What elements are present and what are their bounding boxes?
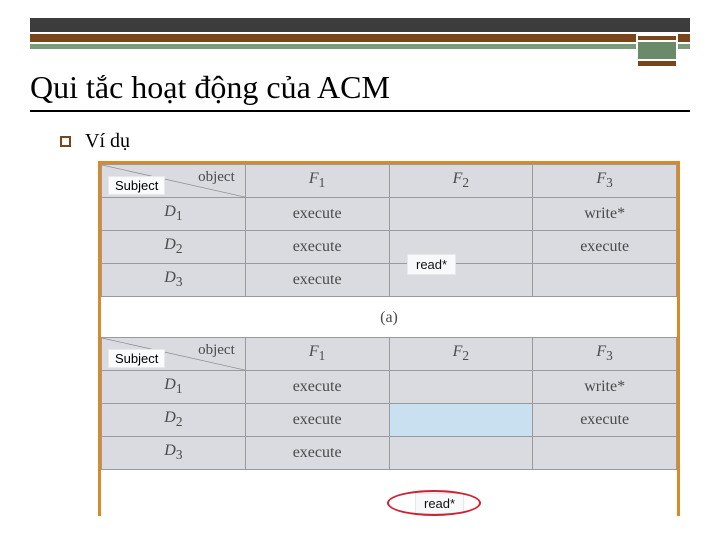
table-row: D3 execute	[102, 264, 677, 297]
subj-label-b: Subject	[108, 349, 165, 368]
diag-cell-b: object Subject	[102, 338, 246, 371]
obj-label: object	[198, 169, 235, 186]
title-rule	[30, 110, 690, 112]
table-row: D2 execute execute	[102, 404, 677, 437]
diag-cell-a: object Subject	[102, 165, 246, 198]
overlay-read-a: read*	[407, 254, 456, 275]
acm-table-b: object Subject F1 F2 F3 D1 execute write…	[101, 337, 677, 470]
decor-bars	[0, 18, 720, 49]
table-row: D1 execute write*	[102, 371, 677, 404]
table-row: D2 execute execute	[102, 231, 677, 264]
table-row: D3 execute	[102, 437, 677, 470]
circle-annotation	[387, 490, 481, 516]
acm-table-a: object Subject F1 F2 F3 D1 execute write…	[101, 164, 677, 297]
col-f3: F3	[533, 165, 677, 198]
subj-label: Subject	[108, 176, 165, 195]
col-b-f1: F1	[245, 338, 389, 371]
obj-label-b: object	[198, 342, 235, 359]
col-b-f2: F2	[389, 338, 533, 371]
table-row: D1 execute write*	[102, 198, 677, 231]
bullet-icon	[60, 136, 71, 147]
col-f2: F2	[389, 165, 533, 198]
cell-b-d3-f2	[389, 437, 533, 470]
caption-a: (a)	[101, 309, 677, 327]
col-b-f3: F3	[533, 338, 677, 371]
col-f1: F1	[245, 165, 389, 198]
decor-accent-inner	[638, 42, 676, 59]
page-title: Qui tắc hoạt động của ACM	[30, 69, 690, 106]
bullet-example: Ví dụ	[60, 130, 720, 153]
bullet-label: Ví dụ	[85, 130, 130, 153]
cell-b-d2-f2	[389, 404, 533, 437]
acm-figure: object Subject F1 F2 F3 D1 execute write…	[98, 161, 680, 516]
